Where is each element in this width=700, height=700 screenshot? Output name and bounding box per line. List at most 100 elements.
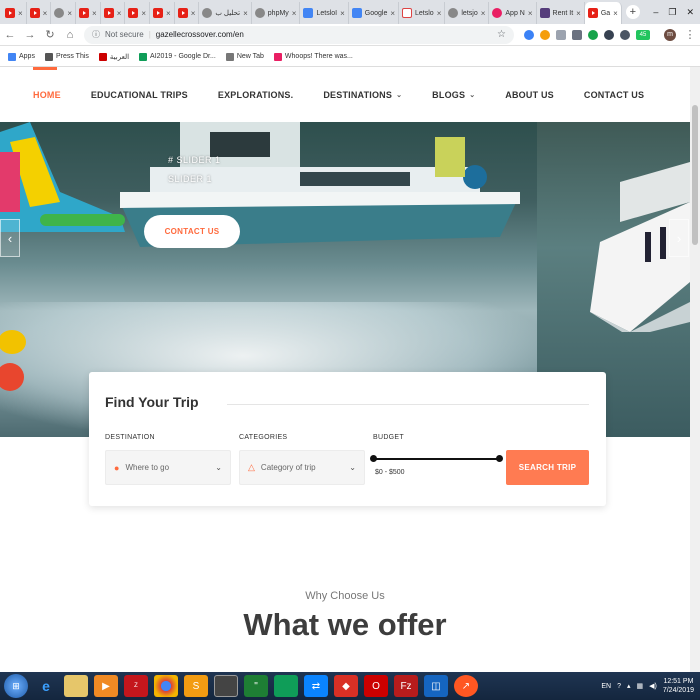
extension-badge[interactable]: 45 xyxy=(636,29,650,40)
extension-icon[interactable] xyxy=(604,29,614,40)
close-window-icon[interactable]: ✕ xyxy=(686,7,694,18)
maximize-icon[interactable]: ❐ xyxy=(668,7,676,18)
categories-select[interactable]: △ Category of trip ⌄ xyxy=(239,450,365,485)
extension-icon[interactable] xyxy=(540,29,550,40)
extension-icon[interactable] xyxy=(572,29,582,40)
browser-tab[interactable]: LetsloI × xyxy=(300,2,349,24)
browser-tab[interactable]: Ga × xyxy=(584,2,622,24)
browser-tab[interactable]: × xyxy=(76,2,101,24)
zynga-icon[interactable]: Z xyxy=(124,675,148,697)
slider-next-button[interactable]: › xyxy=(669,219,689,257)
browser-tab[interactable]: تحليل ب × xyxy=(199,2,252,24)
close-tab-icon[interactable]: × xyxy=(576,9,581,18)
close-tab-icon[interactable]: × xyxy=(613,9,618,18)
new-tab-button[interactable]: + xyxy=(625,5,640,19)
extension-icon[interactable] xyxy=(620,29,630,40)
close-tab-icon[interactable]: × xyxy=(481,9,486,18)
close-tab-icon[interactable]: × xyxy=(141,9,146,18)
ie-icon[interactable]: e xyxy=(34,675,58,697)
file-explorer-icon[interactable] xyxy=(64,675,88,697)
profile-avatar[interactable]: m xyxy=(664,28,676,41)
browser-tab[interactable]: × xyxy=(51,2,77,24)
close-tab-icon[interactable]: × xyxy=(292,9,297,18)
media-player-icon[interactable]: ▶ xyxy=(94,675,118,697)
bookmark-item[interactable]: Press This xyxy=(44,52,89,61)
bookmark-item[interactable]: New Tab xyxy=(225,52,264,61)
reload-icon[interactable]: ↻ xyxy=(44,28,56,41)
budget-max-handle[interactable] xyxy=(496,455,503,462)
nav-item-about-us[interactable]: ABOUT US xyxy=(505,90,554,100)
destination-select[interactable]: ● Where to go ⌄ xyxy=(105,450,231,485)
close-tab-icon[interactable]: × xyxy=(67,9,72,18)
back-arrow-icon[interactable]: ← xyxy=(4,29,16,41)
language-indicator[interactable]: EN xyxy=(601,683,611,690)
sublime-icon[interactable]: S xyxy=(184,675,208,697)
close-tab-icon[interactable]: × xyxy=(191,9,196,18)
forward-arrow-icon[interactable]: → xyxy=(24,29,36,41)
browser-tab[interactable]: × xyxy=(175,2,200,24)
budget-slider-track[interactable] xyxy=(373,458,500,460)
home-icon[interactable]: ⌂ xyxy=(64,29,76,41)
contact-us-button[interactable]: CONTACT US xyxy=(144,215,240,248)
opera-icon[interactable]: O xyxy=(364,675,388,697)
extension-icon[interactable] xyxy=(588,29,598,40)
nav-item-home[interactable]: HOME xyxy=(33,90,61,100)
close-tab-icon[interactable]: × xyxy=(92,9,97,18)
nav-item-blogs[interactable]: BLOGS ⌄ xyxy=(432,90,475,100)
close-tab-icon[interactable]: × xyxy=(340,9,345,18)
browser-tab[interactable]: Rent It × xyxy=(537,2,585,24)
teamviewer-icon[interactable]: ⇄ xyxy=(304,675,328,697)
menu-kebab-icon[interactable]: ⋮ xyxy=(684,28,696,41)
close-tab-icon[interactable]: × xyxy=(18,9,23,18)
browser-tab[interactable]: × xyxy=(101,2,126,24)
extension-icon[interactable] xyxy=(524,29,534,40)
bookmark-item[interactable]: العربية xyxy=(98,52,129,61)
tray-chevron-icon[interactable]: ▴ xyxy=(627,682,631,690)
browser-tab[interactable]: × xyxy=(125,2,151,24)
close-tab-icon[interactable]: × xyxy=(528,9,533,18)
extension-icon[interactable] xyxy=(556,29,566,40)
close-tab-icon[interactable]: × xyxy=(437,9,442,18)
browser-tab[interactable]: × xyxy=(2,2,27,24)
browser-tab[interactable]: letsjo × xyxy=(445,2,490,24)
close-tab-icon[interactable]: × xyxy=(166,9,171,18)
start-button[interactable]: ⊞ xyxy=(4,674,28,698)
scrollbar-thumb[interactable] xyxy=(692,105,698,245)
chrome-icon[interactable] xyxy=(154,675,178,697)
clock[interactable]: 12:51 PM 7/24/2019 xyxy=(663,677,694,695)
browser-tab[interactable]: phpMy × xyxy=(252,2,301,24)
close-tab-icon[interactable]: × xyxy=(243,9,248,18)
filezilla-icon[interactable]: Fz xyxy=(394,675,418,697)
close-tab-icon[interactable]: × xyxy=(43,9,48,18)
volume-icon[interactable]: ◀) xyxy=(649,682,657,690)
bookmark-star-icon[interactable]: ☆ xyxy=(497,29,506,40)
url-text[interactable]: gazellecrossover.com/en xyxy=(156,30,244,39)
browser-tab[interactable]: Google × xyxy=(349,2,400,24)
nav-item-educational-trips[interactable]: EDUCATIONAL TRIPS xyxy=(91,90,188,100)
store-icon[interactable] xyxy=(274,675,298,697)
hangouts-icon[interactable]: " xyxy=(244,675,268,697)
bookmark-item[interactable]: AI2019 - Google Dr... xyxy=(139,52,216,61)
terminal-icon[interactable] xyxy=(214,675,238,697)
close-tab-icon[interactable]: × xyxy=(117,9,122,18)
browser-tab[interactable]: App N × xyxy=(489,2,537,24)
nav-item-contact-us[interactable]: CONTACT US xyxy=(584,90,644,100)
network-icon[interactable]: ▦ xyxy=(637,682,644,690)
bookmark-item[interactable]: Whoops! There was... xyxy=(273,52,353,61)
slider-prev-button[interactable]: ‹ xyxy=(0,219,20,257)
search-trip-button[interactable]: SEARCH TRIP xyxy=(506,450,589,485)
nav-item-destinations[interactable]: DESTINATIONS ⌄ xyxy=(323,90,402,100)
info-icon[interactable]: ⓘ xyxy=(92,29,100,40)
browser-tab[interactable]: Letslo × xyxy=(399,2,446,24)
minimize-icon[interactable]: – xyxy=(653,7,658,18)
browser-tab[interactable]: × xyxy=(150,2,175,24)
postman-icon[interactable]: ↗ xyxy=(454,675,478,697)
budget-min-handle[interactable] xyxy=(370,455,377,462)
bookmark-item[interactable]: Apps xyxy=(8,52,35,61)
anydesk-icon[interactable]: ◆ xyxy=(334,675,358,697)
close-tab-icon[interactable]: × xyxy=(390,9,395,18)
browser-tab[interactable]: × xyxy=(27,2,52,24)
sourcetree-icon[interactable]: ◫ xyxy=(424,675,448,697)
address-bar[interactable]: ⓘ Not secure | gazellecrossover.com/en ☆ xyxy=(84,25,514,44)
help-icon[interactable]: ? xyxy=(617,683,621,690)
